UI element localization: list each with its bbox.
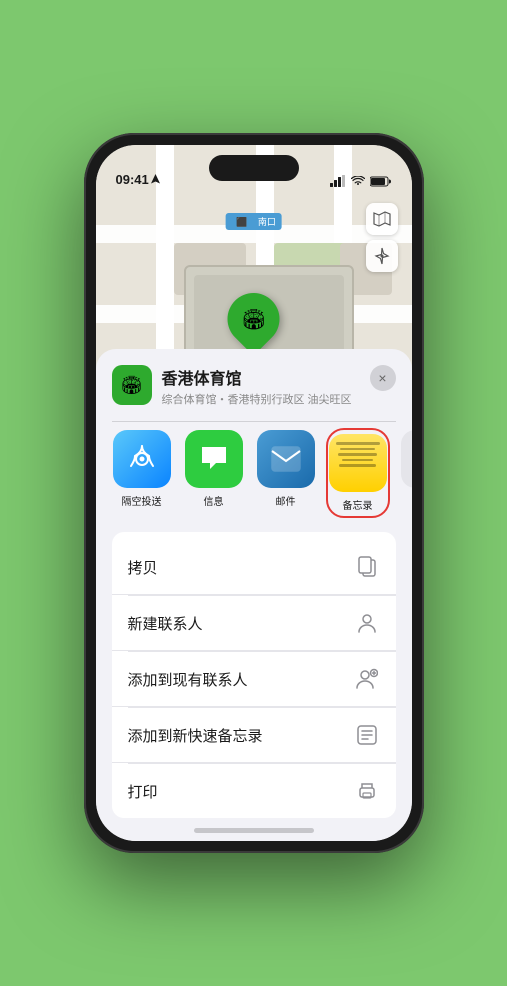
add-note-label: 添加到新快速备忘录 bbox=[128, 725, 263, 746]
share-item-notes[interactable]: 备忘录 bbox=[328, 430, 388, 516]
location-button[interactable] bbox=[366, 240, 398, 272]
notes-icon-wrap bbox=[329, 434, 387, 492]
new-contact-label: 新建联系人 bbox=[128, 613, 203, 634]
person-icon bbox=[354, 610, 380, 636]
airdrop-icon-wrap bbox=[113, 430, 171, 488]
location-header: 🏟 香港体育馆 综合体育馆・香港特别行政区 油尖旺区 × bbox=[96, 365, 412, 421]
location-info: 香港体育馆 综合体育馆・香港特别行政区 油尖旺区 bbox=[162, 365, 360, 407]
share-item-mail[interactable]: 邮件 bbox=[256, 430, 316, 516]
mail-label: 邮件 bbox=[276, 493, 296, 508]
share-item-messages[interactable]: 信息 bbox=[184, 430, 244, 516]
time-text: 09:41 bbox=[116, 172, 149, 187]
venue-icon: 🏟 bbox=[112, 365, 152, 405]
status-icons bbox=[330, 175, 392, 187]
action-new-contact[interactable]: 新建联系人 bbox=[112, 596, 396, 651]
notes-label: 备忘录 bbox=[343, 497, 373, 512]
battery-icon bbox=[370, 176, 392, 187]
share-item-more[interactable]: 推 bbox=[400, 430, 412, 516]
actions-group: 拷贝 新建联系人 bbox=[112, 532, 396, 818]
actions-container: 拷贝 新建联系人 bbox=[96, 532, 412, 818]
person-add-icon bbox=[354, 666, 380, 692]
pin-emoji: 🏟 bbox=[241, 307, 266, 332]
action-add-note[interactable]: 添加到新快速备忘录 bbox=[112, 708, 396, 763]
copy-label: 拷贝 bbox=[128, 557, 158, 578]
wifi-icon bbox=[351, 176, 365, 187]
messages-icon-wrap bbox=[185, 430, 243, 488]
mail-icon-wrap bbox=[257, 430, 315, 488]
messages-icon bbox=[198, 443, 230, 475]
location-name: 香港体育馆 bbox=[162, 365, 360, 389]
action-print[interactable]: 打印 bbox=[112, 764, 396, 818]
action-add-existing[interactable]: 添加到现有联系人 bbox=[112, 652, 396, 707]
more-icon-wrap bbox=[401, 430, 412, 488]
pin-circle: 🏟 bbox=[217, 282, 291, 356]
note-icon bbox=[354, 722, 380, 748]
share-row: 隔空投送 信息 bbox=[96, 422, 412, 532]
airdrop-icon bbox=[127, 444, 157, 474]
home-indicator bbox=[194, 828, 314, 833]
print-icon bbox=[354, 778, 380, 804]
add-existing-label: 添加到现有联系人 bbox=[128, 669, 248, 690]
mail-icon bbox=[270, 445, 302, 473]
print-label: 打印 bbox=[128, 781, 158, 802]
bottom-sheet: 🏟 香港体育馆 综合体育馆・香港特别行政区 油尖旺区 × bbox=[96, 349, 412, 841]
action-copy[interactable]: 拷贝 bbox=[112, 540, 396, 595]
copy-icon bbox=[354, 554, 380, 580]
compass-icon bbox=[373, 247, 391, 265]
share-item-airdrop[interactable]: 隔空投送 bbox=[112, 430, 172, 516]
airdrop-label: 隔空投送 bbox=[122, 493, 162, 508]
dynamic-island bbox=[209, 155, 299, 181]
phone-screen: 09:41 bbox=[96, 145, 412, 841]
close-button[interactable]: × bbox=[370, 365, 396, 391]
location-arrow-icon bbox=[151, 174, 160, 185]
phone-frame: 09:41 bbox=[84, 133, 424, 853]
map-icon bbox=[373, 210, 391, 228]
map-controls bbox=[366, 203, 398, 272]
status-time: 09:41 bbox=[116, 172, 160, 187]
map-north-entrance-label: ⬛ 南口 bbox=[225, 213, 282, 230]
map-type-button[interactable] bbox=[366, 203, 398, 235]
signal-icon bbox=[330, 175, 346, 187]
messages-label: 信息 bbox=[204, 493, 224, 508]
location-subtitle: 综合体育馆・香港特别行政区 油尖旺区 bbox=[162, 391, 360, 407]
